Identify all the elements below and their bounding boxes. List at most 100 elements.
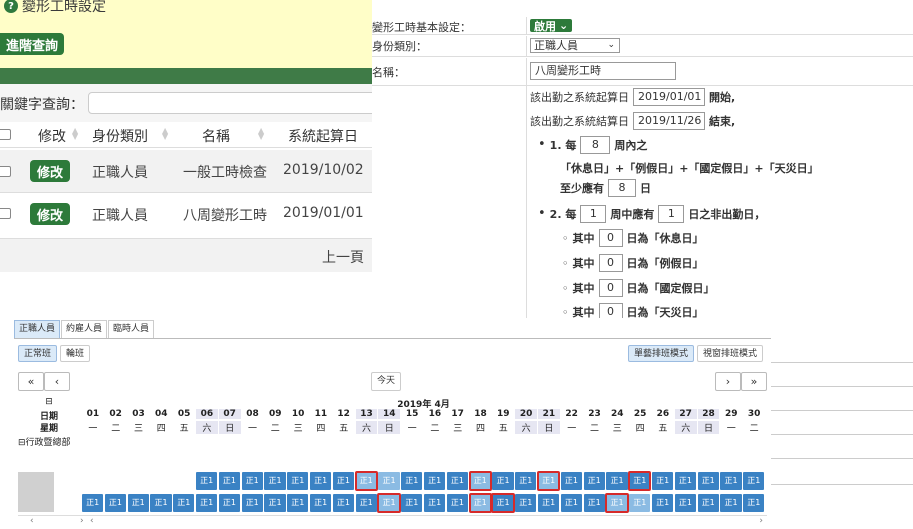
shift-cell[interactable]: 正1 [652,494,674,512]
disaster-days-input[interactable]: 0 [598,303,623,318]
shift-cell[interactable]: 正1 [82,494,104,512]
rest-days-input[interactable]: 0 [598,229,623,247]
end-date-input[interactable]: 2019/11/26 [633,112,705,130]
shift-cell[interactable]: 正1 [241,494,263,512]
shift-cell[interactable]: 正1 [355,494,377,512]
name-input[interactable]: 八周變形工時 [530,62,676,80]
shift-cell[interactable]: 正1 [310,472,332,490]
single-schedule-mode-button[interactable]: 單藝排班模式 [627,345,694,362]
shift-cell[interactable]: 正1 [515,472,537,490]
shift-cell[interactable]: 正1 [264,472,286,490]
next-month-button[interactable]: › [715,372,741,391]
tab-normal-shift[interactable]: 正常班 [18,345,58,362]
scroll-left-icon[interactable]: ‹ [90,516,94,526]
shift-cell[interactable]: 正1 [173,494,195,512]
shift-cell[interactable]: 正1 [743,494,765,512]
shift-cell[interactable]: 正1 [468,493,492,513]
rule2-weeks-input[interactable]: 1 [580,205,607,223]
shift-cell[interactable]: 正1 [446,472,469,490]
prev-page-link[interactable]: 上一頁 [322,247,364,267]
shift-cell[interactable]: 正1 [287,494,309,512]
identity-select[interactable]: 正職人員 ⌄ [530,38,620,53]
shift-cell[interactable]: 正1 [606,472,628,490]
shift-cell[interactable]: 正1 [674,494,697,512]
tab-temporary[interactable]: 臨時人員 [108,320,155,338]
tab-rotation-shift[interactable]: 輪班 [60,345,91,362]
column-header-start-date[interactable]: 系統起算日 [288,126,358,146]
tab-contract[interactable]: 約雇人員 [61,320,108,338]
shift-cell[interactable]: 正1 [515,494,537,512]
shift-cell[interactable]: 正1 [424,494,446,512]
rule2-days-input[interactable]: 1 [658,205,685,223]
shift-cell[interactable]: 正1 [196,472,218,490]
shift-cell[interactable]: 正1 [468,471,492,491]
shift-cell[interactable]: 正1 [378,472,400,490]
sort-icon[interactable]: ▲ ▼ [258,127,264,141]
shift-cell[interactable]: 正1 [560,494,583,512]
shift-cell[interactable]: 正1 [674,472,697,490]
today-button[interactable]: 今天 [371,372,402,391]
search-input[interactable] [88,92,372,114]
sort-icon[interactable]: ▲ ▼ [72,127,78,141]
shift-cell[interactable]: 正1 [127,494,149,512]
shift-cell[interactable]: 正1 [583,494,605,512]
rule1-weeks-input[interactable]: 8 [580,136,611,154]
shift-cell[interactable]: 正1 [332,472,355,490]
min-days-input[interactable]: 8 [608,179,636,197]
window-schedule-mode-button[interactable]: 視窗排班模式 [696,345,763,362]
shift-cell[interactable]: 正1 [310,494,332,512]
shift-cell[interactable]: 正1 [628,471,652,491]
select-all-checkbox[interactable] [0,129,11,140]
shift-cell[interactable]: 正1 [560,472,583,490]
shift-cell[interactable]: 正1 [697,472,719,490]
holiday-days-input[interactable]: 0 [598,279,623,297]
shift-cell[interactable]: 正1 [536,471,561,491]
shift-cell[interactable]: 正1 [332,494,355,512]
shift-cell[interactable]: 正1 [697,494,719,512]
shift-cell[interactable]: 正1 [401,494,423,512]
shift-cell[interactable]: 正1 [652,472,674,490]
row-checkbox[interactable] [0,166,11,177]
shift-cell[interactable]: 正1 [196,494,218,512]
start-date-input[interactable]: 2019/01/01 [633,88,705,106]
shift-cell[interactable]: 正1 [720,494,742,512]
scroll-right-icon[interactable]: › [759,516,763,526]
shift-cell[interactable]: 正1 [150,494,172,512]
shift-cell[interactable]: 正1 [218,472,241,490]
shift-cell[interactable]: 正1 [241,472,263,490]
shift-cell[interactable]: 正1 [354,471,378,491]
shift-cell[interactable]: 正1 [492,472,514,490]
column-header-name[interactable]: 名稱 [202,126,230,146]
regular-off-days-input[interactable]: 0 [598,254,623,272]
shift-cell[interactable]: 正1 [538,494,560,512]
last-page-button[interactable]: » [741,372,767,391]
shift-cell[interactable]: 正1 [491,493,515,513]
shift-cell[interactable]: 正1 [720,472,742,490]
scroll-right-icon[interactable]: › [80,516,84,526]
shift-cell[interactable]: 正1 [264,494,286,512]
advanced-search-button[interactable]: 進階查詢 [0,33,65,55]
first-page-button[interactable]: « [18,372,44,391]
prev-month-button[interactable]: ‹ [44,372,70,391]
tab-fulltime[interactable]: 正職人員 [14,320,61,338]
row-checkbox[interactable] [0,208,11,219]
edit-button[interactable]: 修改 [30,203,71,225]
sort-icon[interactable]: ▲ ▼ [162,127,168,141]
shift-cell[interactable]: 正1 [401,472,423,490]
shift-cell[interactable]: 正1 [218,494,241,512]
department-label[interactable]: ⊟行政暨總部 [18,435,71,448]
scroll-left-icon[interactable]: ‹ [30,516,34,526]
shift-cell[interactable]: 正1 [104,494,127,512]
enable-select[interactable]: 啟用 ⌄ [530,19,573,33]
collapse-icon[interactable]: ⊟ [18,397,80,407]
shift-cell[interactable]: 正1 [424,472,446,490]
shift-cell[interactable]: 正1 [605,493,629,513]
horizontal-scrollbar[interactable]: ‹ › ‹ › [18,515,767,527]
shift-cell[interactable]: 正1 [287,472,309,490]
shift-cell[interactable]: 正1 [446,494,469,512]
shift-cell[interactable]: 正1 [629,494,651,512]
shift-cell[interactable]: 正1 [583,472,605,490]
column-header-type[interactable]: 身份類別 [92,126,148,146]
shift-cell[interactable]: 正1 [377,493,401,513]
question-circle-icon[interactable]: ? [4,0,18,13]
